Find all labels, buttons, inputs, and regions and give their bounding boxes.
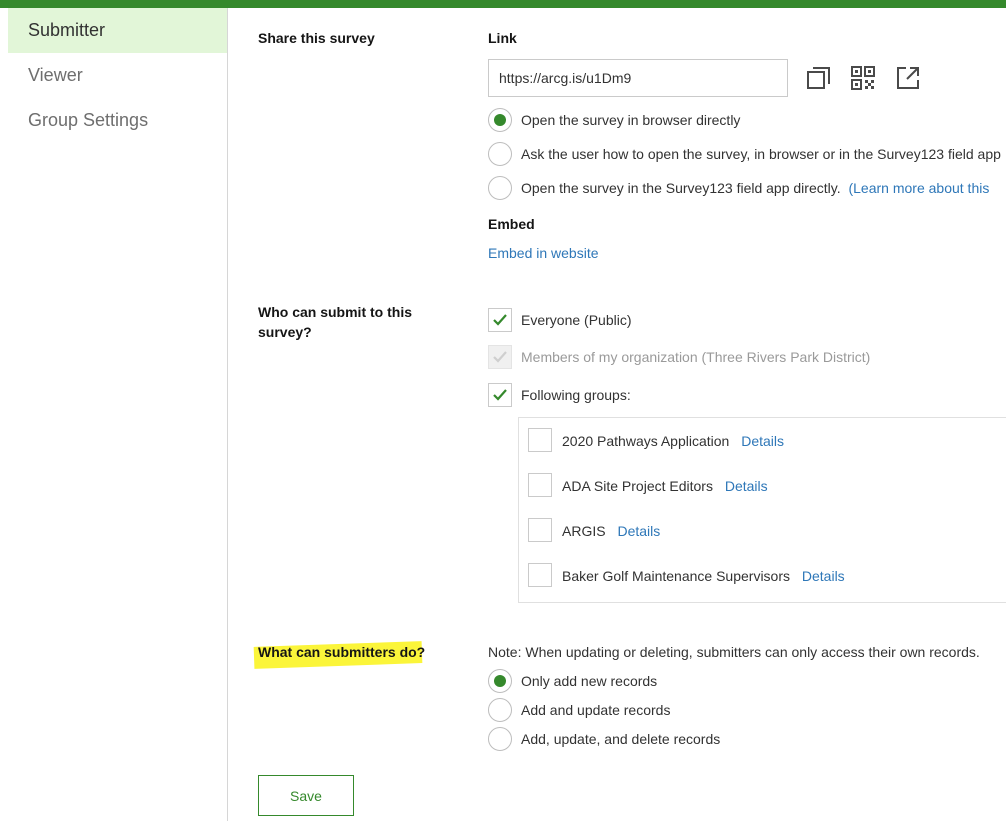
group-item: Baker Golf Maintenance Supervisors Detai…: [562, 568, 845, 584]
group-item: ADA Site Project Editors Details: [562, 478, 768, 494]
everyone-label: Everyone (Public): [521, 312, 632, 328]
group-name: ADA Site Project Editors: [562, 478, 713, 494]
group-details-link[interactable]: Details: [617, 523, 660, 539]
share-section-label: Share this survey: [258, 30, 375, 46]
qr-code-icon[interactable]: [850, 65, 876, 91]
open-field-app-label: Open the survey in the Survey123 field a…: [521, 180, 841, 196]
following-groups-checkbox[interactable]: [488, 383, 512, 407]
add-update-radio[interactable]: [488, 698, 512, 722]
sidebar-item-group-settings[interactable]: Group Settings: [8, 98, 227, 143]
group-item: 2020 Pathways Application Details: [562, 433, 784, 449]
sidebar: Submitter Viewer Group Settings: [0, 8, 228, 821]
group-details-link[interactable]: Details: [725, 478, 768, 494]
submitters-permissions-label: What can submitters do?: [258, 644, 426, 660]
group-item: ARGIS Details: [562, 523, 660, 539]
open-browser-label: Open the survey in browser directly: [521, 112, 741, 128]
survey-link-input[interactable]: [488, 59, 788, 97]
link-label: Link: [488, 30, 517, 46]
group-name: 2020 Pathways Application: [562, 433, 730, 449]
add-update-delete-radio[interactable]: [488, 727, 512, 751]
learn-more-link[interactable]: (Learn more about this: [848, 180, 989, 196]
group-name: ARGIS: [562, 523, 606, 539]
check-icon: [493, 314, 507, 326]
add-update-label: Add and update records: [521, 702, 671, 718]
group-checkbox[interactable]: [528, 563, 552, 587]
group-details-link[interactable]: Details: [802, 568, 845, 584]
open-external-icon[interactable]: [895, 65, 921, 91]
group-checkbox[interactable]: [528, 473, 552, 497]
following-groups-label: Following groups:: [521, 387, 631, 403]
sidebar-item-submitter[interactable]: Submitter: [8, 8, 227, 53]
ask-user-radio[interactable]: [488, 142, 512, 166]
save-button[interactable]: Save: [258, 775, 354, 816]
group-details-link[interactable]: Details: [741, 433, 784, 449]
group-name: Baker Golf Maintenance Supervisors: [562, 568, 790, 584]
open-field-app-option: Open the survey in the Survey123 field a…: [521, 180, 989, 196]
members-label: Members of my organization (Three Rivers…: [521, 349, 871, 365]
check-icon: [493, 389, 507, 401]
open-browser-radio[interactable]: [488, 108, 512, 132]
everyone-checkbox[interactable]: [488, 308, 512, 332]
only-add-radio[interactable]: [488, 669, 512, 693]
group-checkbox[interactable]: [528, 518, 552, 542]
who-can-submit-line1: Who can submit to this: [258, 304, 412, 320]
open-field-app-radio[interactable]: [488, 176, 512, 200]
who-can-submit-line2: survey?: [258, 324, 312, 340]
embed-label: Embed: [488, 216, 535, 232]
who-can-submit-label: Who can submit to this survey?: [258, 302, 412, 342]
embed-in-website-link[interactable]: Embed in website: [488, 245, 599, 261]
copy-icon[interactable]: [806, 65, 832, 91]
check-icon: [493, 351, 507, 363]
members-checkbox: [488, 345, 512, 369]
add-update-delete-label: Add, update, and delete records: [521, 731, 721, 747]
top-accent-bar: [0, 0, 1006, 8]
group-checkbox[interactable]: [528, 428, 552, 452]
permissions-note: Note: When updating or deleting, submitt…: [488, 644, 980, 660]
sidebar-item-viewer[interactable]: Viewer: [8, 53, 227, 98]
only-add-label: Only add new records: [521, 673, 658, 689]
main-panel: Share this survey Link Open the: [228, 8, 1006, 821]
ask-user-label: Ask the user how to open the survey, in …: [521, 146, 1001, 162]
